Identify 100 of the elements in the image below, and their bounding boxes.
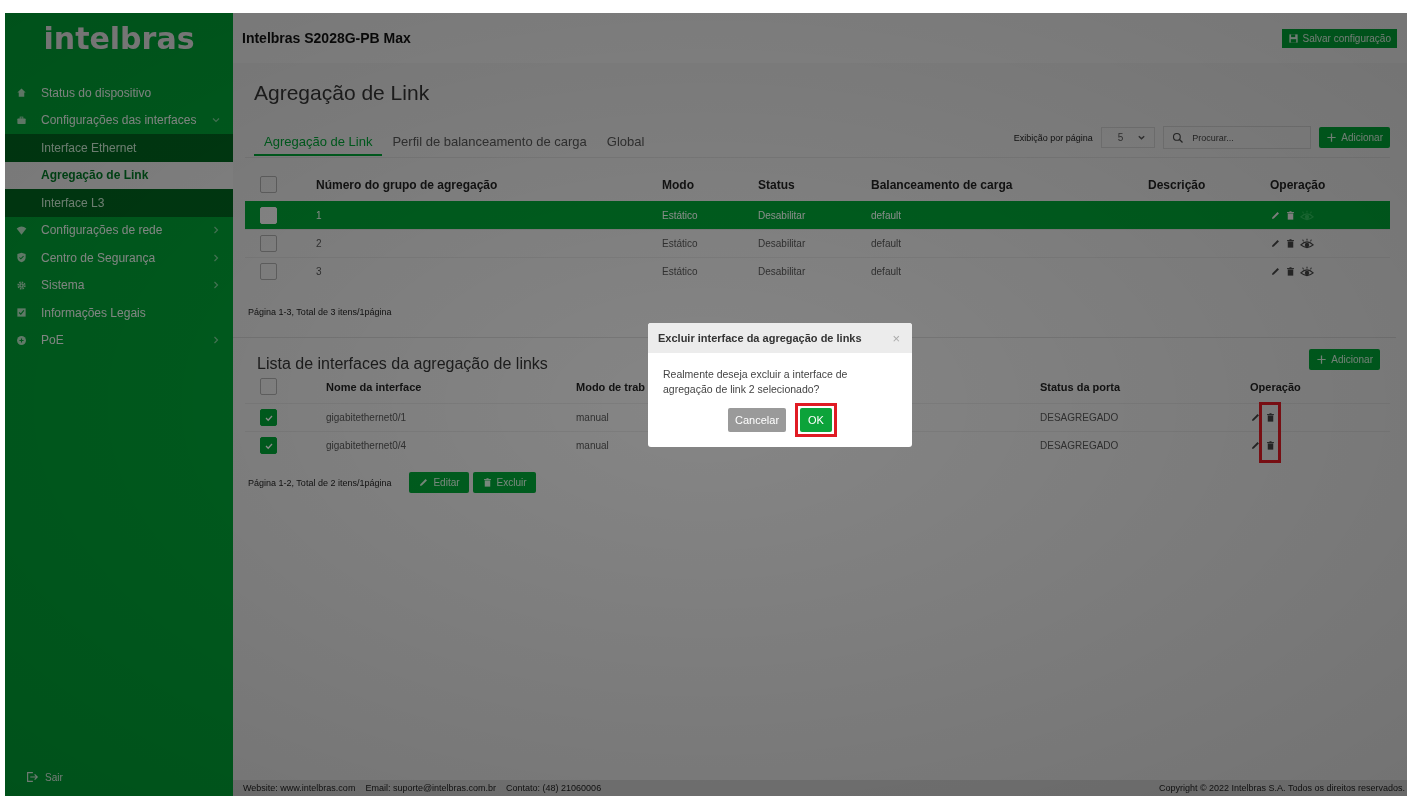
dialog-title: Excluir interface da agregação de links bbox=[658, 332, 862, 344]
trash-icon bbox=[1285, 238, 1296, 249]
menu-item[interactable]: Informações Legais bbox=[5, 299, 233, 327]
menu-item[interactable]: Configurações de rede bbox=[5, 216, 233, 244]
menu-item[interactable]: Configurações das interfaces bbox=[5, 106, 233, 134]
table-cell: 3 bbox=[316, 266, 322, 277]
per-page-label: Exibição por página bbox=[1013, 132, 1093, 143]
gear-icon bbox=[16, 279, 27, 291]
logout-link[interactable]: Sair bbox=[5, 762, 233, 792]
table-cell: Desabilitar bbox=[758, 210, 806, 221]
table-row[interactable]: 3 Estático Desabilitar default bbox=[245, 257, 1390, 285]
trash-icon bbox=[1265, 440, 1276, 451]
email-text: Email: suporte@intelbras.com.br bbox=[365, 783, 497, 793]
pencil-icon bbox=[1250, 412, 1261, 423]
table-cell: default bbox=[871, 210, 902, 221]
menu-item[interactable]: Status do dispositivo bbox=[5, 79, 233, 107]
chevron-down-icon bbox=[1137, 133, 1147, 142]
checkbox[interactable] bbox=[260, 176, 277, 193]
add-button[interactable]: Adicionar bbox=[1309, 349, 1380, 370]
trash-icon bbox=[481, 477, 493, 488]
checkbox[interactable] bbox=[260, 378, 277, 395]
per-page-dropdown[interactable]: 5 bbox=[1100, 127, 1156, 148]
save-button[interactable]: Salvar configuração bbox=[1281, 28, 1397, 48]
section-title: Lista de interfaces da agregação de links bbox=[257, 355, 548, 373]
submenu-item[interactable]: Interface L3 bbox=[5, 189, 233, 217]
checkbox[interactable] bbox=[260, 235, 277, 252]
column-header: Nome da interface bbox=[326, 380, 422, 393]
table-cell: 2 bbox=[316, 238, 322, 249]
table-cell: Estático bbox=[662, 238, 698, 249]
search-icon bbox=[1172, 132, 1185, 144]
shield-icon bbox=[16, 252, 27, 264]
table-cell: Desabilitar bbox=[758, 238, 806, 249]
column-header: Número do grupo de agregação bbox=[316, 177, 498, 192]
tab[interactable]: Perfil de balanceamento de carga bbox=[382, 127, 597, 156]
column-header: Balanceamento de carga bbox=[871, 177, 1013, 192]
copyright-text: Copyright © 2022 Intelbras S.A. Todos os direitos reservados. bbox=[1158, 783, 1405, 793]
edit-button[interactable]: Editar bbox=[409, 472, 469, 493]
device-title: Intelbras S2028G-PB Max bbox=[242, 30, 411, 46]
table-cell: DESAGREGADO bbox=[1040, 412, 1119, 423]
dialog-message: Realmente deseja excluir a interface de agregação de link 2 selecionado? bbox=[662, 367, 849, 397]
menu-item[interactable]: PoE bbox=[5, 326, 233, 354]
trash-icon bbox=[1285, 210, 1296, 221]
close-button[interactable]: × bbox=[890, 330, 902, 346]
table-cell: Desabilitar bbox=[758, 266, 806, 277]
plus-icon bbox=[1326, 132, 1338, 143]
website-text: Website: www.intelbras.com bbox=[243, 783, 356, 793]
table-cell: default bbox=[871, 238, 902, 249]
column-header: Modo bbox=[662, 177, 694, 192]
pencil-icon bbox=[1270, 266, 1281, 277]
table-cell: gigabitethernet0/4 bbox=[326, 440, 407, 451]
column-header: Status da porta bbox=[1040, 380, 1121, 393]
briefcase-icon bbox=[16, 114, 27, 126]
column-header: Operação bbox=[1270, 177, 1326, 192]
checkbox-icon bbox=[16, 307, 27, 319]
eye-icon bbox=[1300, 208, 1314, 223]
pencil-icon bbox=[1250, 440, 1261, 451]
submenu-item[interactable]: Interface Ethernet bbox=[5, 134, 233, 162]
search-field[interactable]: Procurar... bbox=[1163, 126, 1312, 149]
table-cell: 1 bbox=[316, 210, 322, 221]
table-cell: default bbox=[871, 266, 902, 277]
contact-text: Contato: (48) 21060006 bbox=[506, 783, 602, 793]
table-cell: manual bbox=[576, 412, 609, 423]
plus-circle-icon bbox=[16, 334, 27, 346]
table-cell: gigabitethernet0/1 bbox=[326, 412, 407, 423]
logo-text: intelbras bbox=[42, 19, 196, 58]
wifi-icon bbox=[16, 224, 27, 236]
table-row[interactable]: 2 Estático Desabilitar default bbox=[245, 229, 1390, 257]
table-cell: manual bbox=[576, 440, 609, 451]
exit-icon bbox=[25, 770, 39, 784]
eye-icon bbox=[1300, 264, 1314, 279]
pencil-icon bbox=[418, 477, 430, 488]
tab[interactable]: Agregação de Link bbox=[254, 127, 383, 156]
column-header: Modo de trab bbox=[576, 380, 646, 393]
add-button[interactable]: Adicionar bbox=[1319, 127, 1390, 148]
tab[interactable]: Global bbox=[596, 127, 655, 156]
pencil-icon bbox=[1270, 210, 1281, 221]
table-cell: Estático bbox=[662, 266, 698, 277]
column-header: Descrição bbox=[1148, 177, 1206, 192]
submenu-item[interactable]: Agregação de Link bbox=[5, 161, 233, 189]
table-cell: DESAGREGADO bbox=[1040, 440, 1119, 451]
plus-icon bbox=[1316, 354, 1328, 365]
home-icon bbox=[16, 87, 27, 99]
column-header: Status bbox=[758, 177, 795, 192]
table-cell: Estático bbox=[662, 210, 698, 221]
delete-button[interactable]: Excluir bbox=[472, 472, 536, 493]
menu-item[interactable]: Centro de Segurança bbox=[5, 244, 233, 272]
checkbox[interactable] bbox=[260, 437, 277, 454]
checkbox[interactable] bbox=[260, 409, 277, 426]
column-header: Operação bbox=[1250, 380, 1301, 393]
trash-icon bbox=[1265, 412, 1276, 423]
page-title: Agregação de Link bbox=[254, 81, 431, 106]
table-row[interactable]: 1 Estático Desabilitar default bbox=[245, 201, 1390, 229]
ok-button[interactable]: OK bbox=[800, 408, 832, 433]
checkbox[interactable] bbox=[260, 263, 277, 280]
cancel-button[interactable]: Cancelar bbox=[728, 408, 787, 433]
pagination-text: Página 1-2, Total de 2 itens/1página bbox=[248, 477, 392, 488]
pencil-icon bbox=[1270, 238, 1281, 249]
menu-item[interactable]: Sistema bbox=[5, 271, 233, 299]
trash-icon bbox=[1285, 266, 1296, 277]
eye-icon bbox=[1300, 236, 1314, 251]
